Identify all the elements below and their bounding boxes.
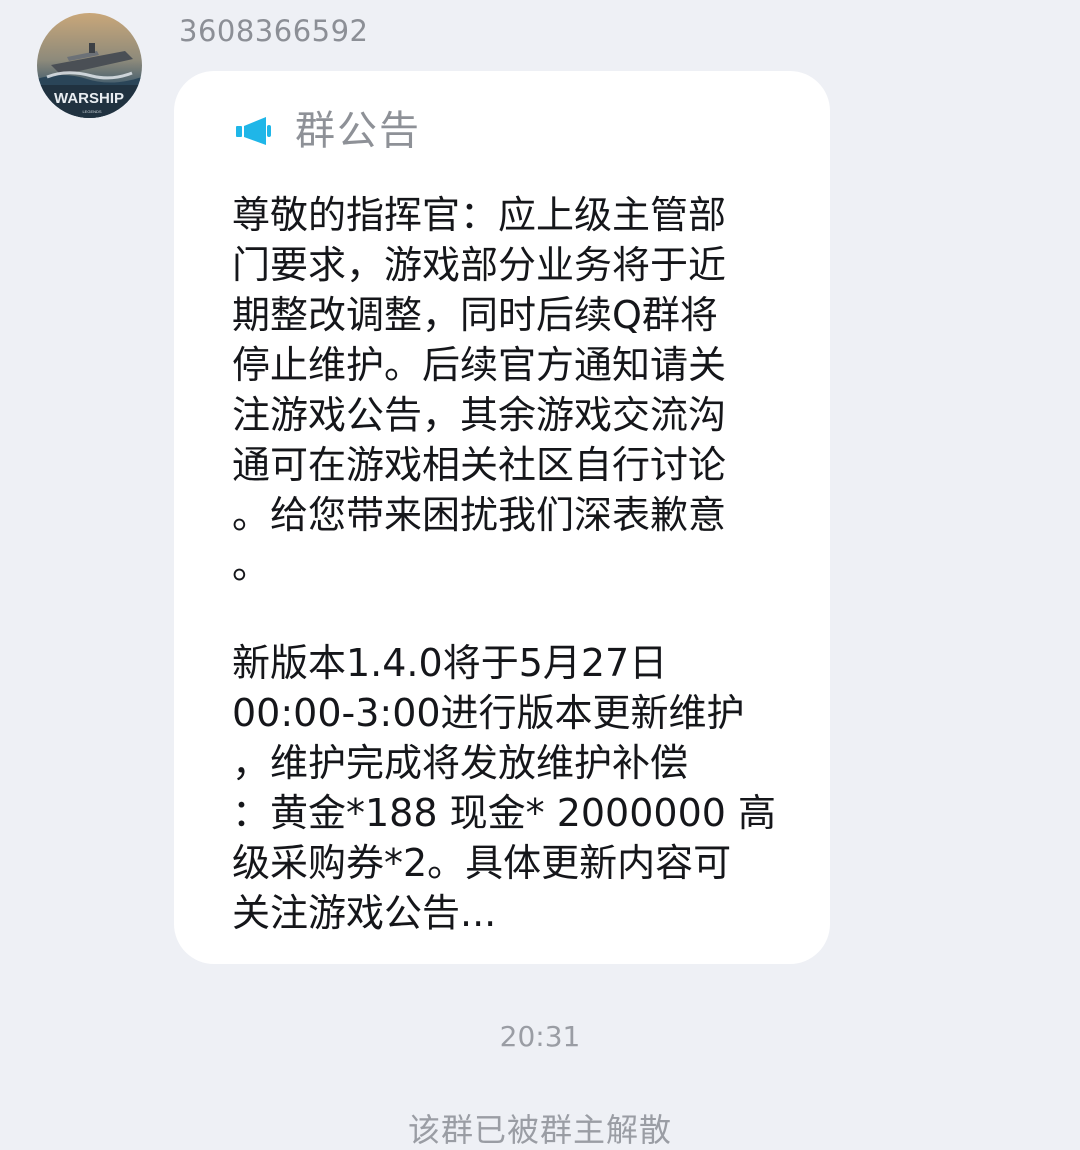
- group-notice-card[interactable]: 群公告 尊敬的指挥官：应上级主管部 门要求，游戏部分业务将于近 期整改调整，同时…: [174, 71, 830, 964]
- notice-line: 级采购券*2。具体更新内容可: [232, 841, 732, 885]
- system-message: 该群已被群主解散: [407, 1111, 672, 1149]
- notice-header: 群公告: [236, 104, 421, 158]
- notice-body: 尊敬的指挥官：应上级主管部 门要求，游戏部分业务将于近 期整改调整，同时后续Q群…: [232, 190, 792, 938]
- notice-paragraph-2: 新版本1.4.0将于5月27日 00:00-3:00进行版本更新维护 ，维护完成…: [232, 638, 792, 938]
- avatar-logo-subtext: LEGENDS: [82, 109, 101, 114]
- notice-line: 。: [232, 543, 271, 587]
- message-timestamp: 20:31: [499, 1020, 581, 1053]
- warship-game-logo-icon: WARSHIP LEGENDS: [37, 13, 142, 118]
- notice-line: 。给您带来困扰我们深表歉意: [232, 493, 727, 537]
- notice-title: 群公告: [295, 108, 421, 154]
- notice-line: 注游戏公告，其余游戏交流沟: [232, 393, 727, 437]
- sender-avatar[interactable]: WARSHIP LEGENDS: [37, 13, 142, 118]
- notice-line: 关注游戏公告...: [232, 891, 497, 935]
- notice-line: 门要求，游戏部分业务将于近: [232, 243, 727, 287]
- sender-name[interactable]: 3608366592: [179, 12, 369, 50]
- notice-line: 00:00-3:00进行版本更新维护: [232, 691, 745, 735]
- notice-line: 尊敬的指挥官：应上级主管部: [232, 193, 727, 237]
- megaphone-icon: [236, 117, 271, 145]
- avatar-logo-text: WARSHIP: [54, 90, 124, 107]
- notice-paragraph-1: 尊敬的指挥官：应上级主管部 门要求，游戏部分业务将于近 期整改调整，同时后续Q群…: [232, 190, 792, 590]
- notice-line: 通可在游戏相关社区自行讨论: [232, 443, 727, 487]
- notice-line: ，维护完成将发放维护补偿: [232, 741, 689, 785]
- notice-line: 停止维护。后续官方通知请关: [232, 343, 727, 387]
- notice-line: ：黄金*188 现金* 2000000 高: [232, 791, 777, 835]
- notice-line: 期整改调整，同时后续Q群将: [232, 293, 718, 337]
- notice-line: 新版本1.4.0将于5月27日: [232, 641, 668, 685]
